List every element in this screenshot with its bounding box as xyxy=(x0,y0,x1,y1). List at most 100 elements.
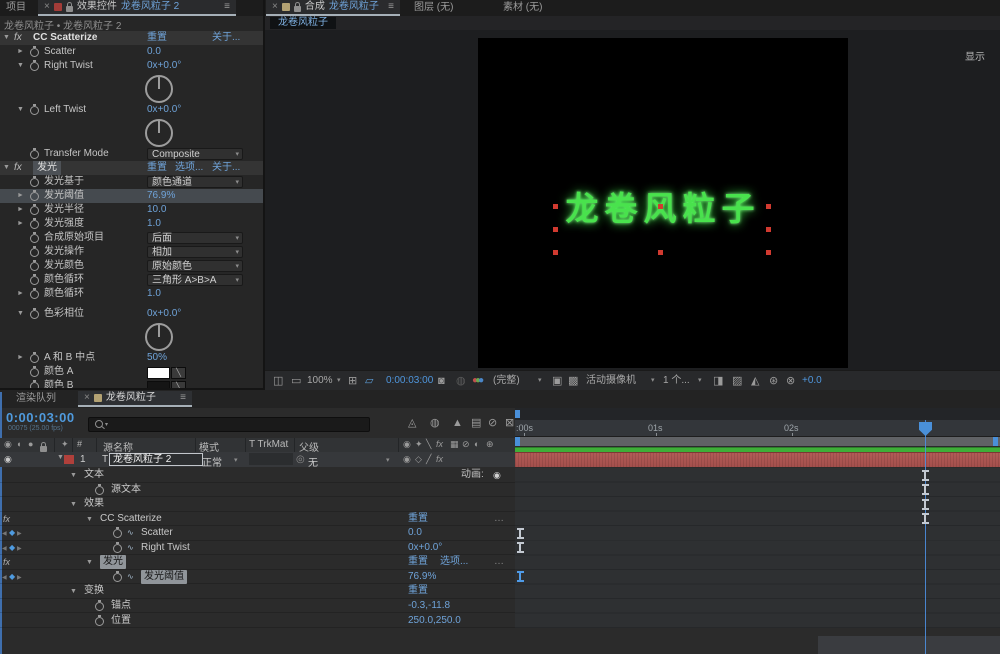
selection-handle[interactable] xyxy=(658,204,663,209)
close-icon[interactable]: × xyxy=(272,0,278,15)
stopwatch-icon[interactable] xyxy=(30,366,39,377)
motion-blur-switch-icon[interactable]: ⊘ xyxy=(462,439,470,450)
reset-exposure-icon[interactable]: ⊗ xyxy=(786,371,795,390)
effect-link[interactable]: 关于... xyxy=(212,31,240,45)
row-link[interactable]: 重置 xyxy=(408,512,428,526)
color-swatch[interactable] xyxy=(147,381,170,388)
property-value[interactable]: 0.0 xyxy=(147,45,161,59)
mask-visibility-icon[interactable]: ▱ xyxy=(365,371,373,390)
keyframe-icon[interactable] xyxy=(516,527,524,539)
eyedropper-icon[interactable]: ╲ xyxy=(171,381,186,388)
property-value[interactable]: 1.0 xyxy=(147,287,161,301)
shy-layers-icon[interactable]: ▲ xyxy=(452,413,463,433)
effect-row-Scatter[interactable]: ► Scatter 0.0 xyxy=(0,45,263,59)
stopwatch-icon[interactable] xyxy=(30,308,39,319)
property-dropdown[interactable]: 相加 ▾ xyxy=(147,246,243,258)
stopwatch-icon[interactable] xyxy=(95,614,104,626)
comp-crumb[interactable]: 龙卷风粒子 xyxy=(270,17,336,29)
property-dropdown[interactable]: 后面 ▾ xyxy=(147,232,243,244)
previous-keyframe-icon[interactable]: ◀ xyxy=(2,571,7,585)
tab-timeline-comp[interactable]: × 龙卷风粒子 ≡ xyxy=(78,391,192,407)
timeline-row-变换[interactable]: ▼ 变换 重置 xyxy=(0,584,515,599)
keyframe-icon[interactable] xyxy=(921,469,929,481)
animate-icon[interactable]: ◉ xyxy=(493,468,501,482)
pixel-aspect-icon[interactable]: ◨ xyxy=(713,371,723,390)
row-label[interactable]: 源文本 xyxy=(111,483,141,497)
work-area-bar[interactable] xyxy=(515,437,1000,446)
stopwatch-icon[interactable] xyxy=(30,246,39,257)
keyframe-icon[interactable] xyxy=(921,484,929,496)
chevron-down-icon[interactable]: ▾ xyxy=(698,371,702,390)
row-label[interactable]: 文本 xyxy=(84,468,104,482)
effect-link[interactable]: 选项... xyxy=(175,161,203,175)
grid-guides-icon[interactable]: ⊞ xyxy=(348,371,357,390)
motion-blur-icon[interactable]: ⊘ xyxy=(488,413,497,433)
chevron-down-icon[interactable]: ▾ xyxy=(337,371,341,390)
stopwatch-icon[interactable] xyxy=(113,527,122,539)
next-keyframe-icon[interactable]: ▶ xyxy=(17,542,22,556)
quality-slash-icon[interactable]: ╱ xyxy=(426,454,431,465)
property-dropdown[interactable]: Composite ▾ xyxy=(147,148,243,160)
tab-footage[interactable]: 素材 (无) xyxy=(497,0,548,16)
expander-icon[interactable]: ▼ xyxy=(3,31,10,45)
property-value[interactable]: 1.0 xyxy=(147,217,161,231)
expander-icon[interactable]: ► xyxy=(17,189,24,203)
layer-name[interactable]: 龙卷风粒子 2 xyxy=(109,453,203,466)
keyframe-icon[interactable] xyxy=(921,498,929,510)
expander-icon[interactable]: ▼ xyxy=(17,59,24,73)
snapshot-icon[interactable]: ◙ xyxy=(438,371,445,390)
timeline-row-发光[interactable]: fx ▼ 发光 重置 选项...… xyxy=(0,555,515,570)
current-timecode[interactable]: 0:00:03:00 xyxy=(6,410,75,425)
preview-time[interactable]: 0:00:03:00 xyxy=(386,371,433,390)
draft-3d-icon[interactable]: ◍ xyxy=(430,413,440,433)
keyframe-toggle-icon[interactable]: ◆ xyxy=(9,570,15,584)
audio-icon[interactable]: ◖ xyxy=(16,439,21,449)
selection-handle[interactable] xyxy=(766,250,771,255)
expander-icon[interactable]: ▼ xyxy=(17,307,24,321)
previous-keyframe-icon[interactable]: ◀ xyxy=(2,542,7,556)
color-swatch[interactable] xyxy=(147,367,170,379)
expander-icon[interactable]: ► xyxy=(17,351,24,365)
effect-row-发光颜色[interactable]: 发光颜色 原始颜色 ▾ xyxy=(0,259,263,273)
expander-icon[interactable]: ▼ xyxy=(70,469,77,483)
row-value[interactable]: 0x+0.0° xyxy=(408,541,442,555)
chevron-down-icon[interactable]: ▾ xyxy=(651,371,655,390)
effect-row-Left Twist[interactable]: ▼ Left Twist 0x+0.0° xyxy=(0,103,263,117)
row-value[interactable]: 0.0 xyxy=(408,526,422,540)
next-keyframe-icon[interactable]: ▶ xyxy=(17,571,22,585)
effect-row-CC Scatterize[interactable]: ▼ fx CC Scatterize 重置 关于... xyxy=(0,31,263,45)
effect-row-合成原始项目[interactable]: 合成原始项目 后面 ▾ xyxy=(0,231,263,245)
graph-icon[interactable]: ∿ xyxy=(127,570,134,584)
selection-handle[interactable] xyxy=(553,227,558,232)
eye-icon[interactable]: ◉ xyxy=(4,454,12,465)
stopwatch-icon[interactable] xyxy=(95,599,104,611)
panel-menu-icon[interactable]: ≡ xyxy=(388,0,394,15)
previous-keyframe-icon[interactable]: ◀ xyxy=(2,527,7,541)
show-label[interactable]: 显示 xyxy=(965,48,985,63)
selection-handle[interactable] xyxy=(766,227,771,232)
row-label[interactable]: 效果 xyxy=(84,497,104,511)
property-value[interactable]: 0x+0.0° xyxy=(147,103,181,117)
expander-icon[interactable]: ► xyxy=(17,203,24,217)
expander-icon[interactable]: ▼ xyxy=(70,498,77,512)
time-navigator-start-handle[interactable] xyxy=(515,410,520,418)
transparency-grid-icon[interactable]: ▩ xyxy=(568,371,578,390)
timeline-row-Right Twist[interactable]: ◀ ◆ ▶ ∿ Right Twist 0x+0.0° xyxy=(0,541,515,556)
dial-control[interactable] xyxy=(145,119,173,147)
label-color-icon[interactable]: ✦ xyxy=(61,439,69,450)
column-trkmat[interactable]: T TrkMat xyxy=(249,439,288,450)
graph-editor-icon[interactable]: ⊠ xyxy=(505,413,514,433)
selection-handle[interactable] xyxy=(553,204,558,209)
more-options[interactable]: … xyxy=(494,555,504,569)
effect-row-发光操作[interactable]: 发光操作 相加 ▾ xyxy=(0,245,263,259)
region-of-interest-icon[interactable]: ▣ xyxy=(552,371,562,390)
selection-handle[interactable] xyxy=(553,250,558,255)
row-link[interactable]: 重置 xyxy=(408,584,428,598)
stopwatch-icon[interactable] xyxy=(113,570,122,582)
frame-blend-icon[interactable]: ▤ xyxy=(471,413,481,433)
parent-pickwhip-icon[interactable]: ◎ xyxy=(296,454,305,465)
timeline-chart-icon[interactable]: ◭ xyxy=(751,371,759,390)
graph-icon[interactable]: ∿ xyxy=(127,541,134,555)
effect-row-发光半径[interactable]: ► 发光半径 10.0 xyxy=(0,203,263,217)
effect-row-颜色 B[interactable]: 颜色 B ╲ xyxy=(0,379,263,388)
